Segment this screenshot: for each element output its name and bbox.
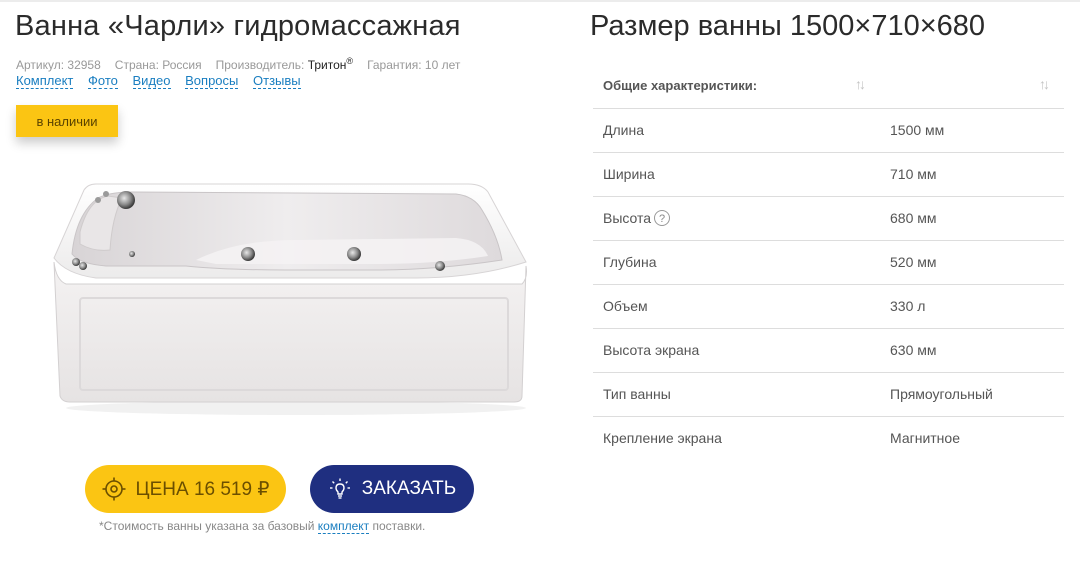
spec-value: 330 л — [890, 298, 926, 314]
spec-value: Прямоугольный — [890, 386, 993, 402]
product-image[interactable] — [36, 170, 536, 420]
manufacturer-label: Производитель: — [215, 58, 308, 72]
order-label: ЗАКАЗАТЬ — [361, 478, 457, 499]
spec-label: Высота экрана — [603, 342, 700, 358]
spec-value: 710 мм — [890, 166, 937, 182]
sort-icon[interactable]: ↑↓ — [855, 76, 866, 92]
sort-icon[interactable]: ↑↓ — [1039, 76, 1050, 92]
tab-reviews[interactable]: Отзывы — [253, 73, 301, 89]
spec-value: 680 мм — [890, 210, 937, 226]
table-row: Высота экрана 630 мм — [593, 329, 1064, 373]
order-button[interactable]: ЗАКАЗАТЬ — [310, 465, 474, 513]
spec-label: Крепление экрана — [603, 430, 722, 446]
spec-value: 630 мм — [890, 342, 937, 358]
top-divider — [0, 0, 1080, 2]
country: Страна: Россия — [114, 58, 202, 72]
tab-questions[interactable]: Вопросы — [185, 73, 239, 89]
table-row: Длина 1500 мм — [593, 109, 1064, 153]
spec-value: 520 мм — [890, 254, 937, 270]
table-row: Ширина 710 мм — [593, 153, 1064, 197]
spec-label-wrapper: Высота? — [603, 210, 671, 226]
size-title: Размер ванны 1500×710×680 — [590, 10, 986, 42]
product-tabs: Комплект Фото Видео Вопросы Отзывы — [16, 73, 312, 89]
table-row: Крепление экрана Магнитное — [593, 417, 1064, 460]
target-icon — [102, 477, 126, 501]
spec-label: Глубина — [603, 254, 657, 270]
spec-value: Магнитное — [890, 430, 960, 446]
help-circle-icon[interactable]: ? — [654, 210, 671, 226]
spec-label: Ширина — [603, 166, 655, 182]
spec-table-header: Общие характеристики: ↑↓ ↑↓ — [593, 64, 1064, 109]
lightbulb-icon — [328, 477, 352, 501]
spec-label: Высота — [603, 210, 652, 226]
manufacturer-name: Тритон — [307, 58, 347, 72]
table-row: Глубина 520 мм — [593, 241, 1064, 285]
table-row: Высота? 680 мм — [593, 197, 1064, 241]
tab-komplekt[interactable]: Комплект — [16, 73, 74, 89]
tab-photo[interactable]: Фото — [88, 73, 118, 89]
product-title: Ванна «Чарли» гидромассажная — [15, 10, 461, 42]
price-button[interactable]: ЦЕНА 16 519 ₽ — [85, 465, 286, 513]
footnote-komplekt-link[interactable]: комплект — [317, 519, 370, 534]
spec-label: Тип ванны — [603, 386, 671, 402]
product-meta: Артикул: 32958 Страна: Россия Производител… — [16, 56, 460, 72]
spec-label: Объем — [603, 298, 648, 314]
spec-header-label: Общие характеристики: — [603, 78, 758, 93]
spec-label: Длина — [603, 122, 644, 138]
spec-table: Общие характеристики: ↑↓ ↑↓ Длина 1500 м… — [593, 64, 1064, 460]
tab-video[interactable]: Видео — [132, 73, 171, 89]
warranty: Гарантия: 10 лет — [367, 58, 461, 72]
article-number: Артикул: 32958 — [16, 58, 101, 72]
registered-mark: ® — [346, 56, 354, 66]
spec-value: 1500 мм — [890, 122, 945, 138]
table-row: Объем 330 л — [593, 285, 1064, 329]
table-row: Тип ванны Прямоугольный — [593, 373, 1064, 417]
price-footnote: *Стоимость ванны указана за базовый комп… — [99, 519, 426, 534]
price-label: ЦЕНА 16 519 ₽ — [135, 478, 270, 500]
footnote-text-before: *Стоимость ванны указана за базовый — [99, 519, 318, 533]
stock-badge: в наличии — [16, 105, 118, 137]
footnote-text-after: поставки. — [369, 519, 426, 533]
